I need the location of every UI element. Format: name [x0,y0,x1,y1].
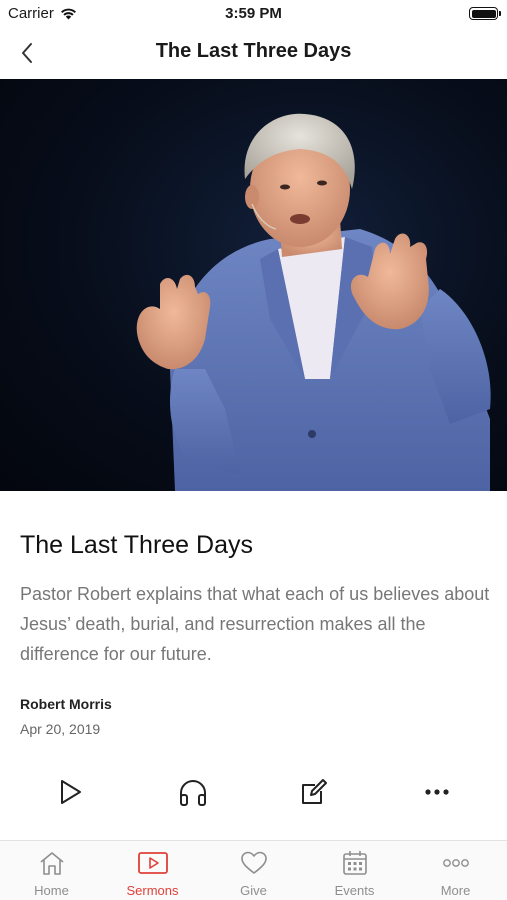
speaker-photo [136,113,491,491]
tab-sermons-label: Sermons [126,883,179,898]
home-icon [39,852,64,875]
tab-sermons[interactable]: Sermons [102,841,203,900]
listen-button[interactable] [171,770,215,814]
calendar-icon [342,851,367,875]
headphones-icon [180,780,206,806]
tab-bar: Home Sermons Give Events More [0,840,507,900]
tab-home[interactable]: Home [1,841,102,900]
battery-icon [469,7,501,20]
sermon-description: Pastor Robert explains that what each of… [20,584,490,664]
speaker-name: Robert Morris [20,696,112,712]
sermon-title: The Last Three Days [20,531,253,559]
more-dots-icon [442,859,469,867]
notes-icon [302,779,327,804]
tab-events-label: Events [334,883,375,898]
notes-button[interactable] [292,770,336,814]
tab-more-label: More [440,883,471,898]
play-icon [61,780,81,804]
tab-give-label: Give [240,883,267,898]
tab-more[interactable]: More [405,841,506,900]
more-icon [425,789,449,795]
tab-home-label: Home [34,883,69,898]
navigation-bar: The Last Three Days [0,28,507,78]
page-title: The Last Three Days [155,40,352,62]
status-time: 3:59 PM [225,5,282,22]
video-icon [137,852,168,874]
tab-give[interactable]: Give [203,841,304,900]
sermon-actions [0,770,507,814]
play-button[interactable] [48,770,92,814]
status-bar: Carrier 3:59 PM [0,0,507,28]
sermon-date: Apr 20, 2019 [20,721,101,737]
more-options-button[interactable] [415,770,459,814]
heart-icon [240,851,267,874]
sermon-hero-image [0,79,507,491]
tab-events[interactable]: Events [304,841,405,900]
